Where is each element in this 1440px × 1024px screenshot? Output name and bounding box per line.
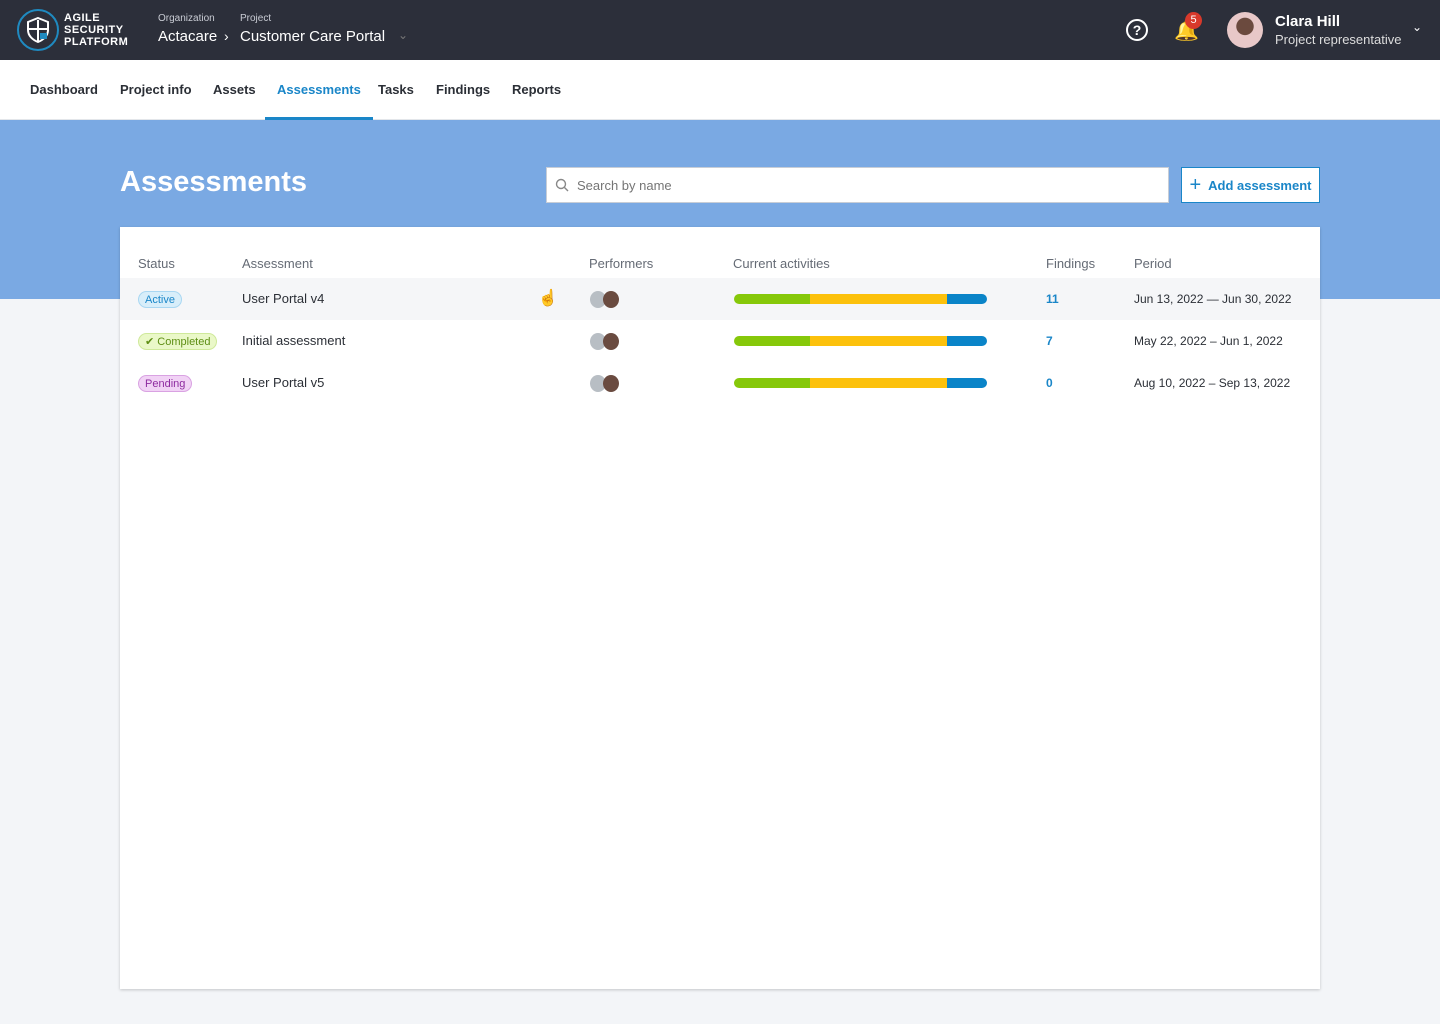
hand-cursor-icon: ☝ xyxy=(538,290,558,307)
table-row[interactable]: ✔ Completed Initial assessment 7 May 22,… xyxy=(120,320,1320,362)
tab-project-info[interactable]: Project info xyxy=(108,60,204,120)
tab-assessments[interactable]: Assessments xyxy=(265,60,373,120)
header-period[interactable]: Period xyxy=(1134,256,1172,271)
add-assessment-button[interactable]: + Add assessment xyxy=(1181,167,1320,203)
tab-dashboard[interactable]: Dashboard xyxy=(18,60,110,120)
findings-count[interactable]: 7 xyxy=(1046,320,1053,362)
assessment-name[interactable]: Initial assessment xyxy=(242,320,345,362)
status-badge: ✔ Completed xyxy=(138,333,218,350)
top-bar: AGILE SECURITY PLATFORM Organization Actac… xyxy=(0,0,1440,60)
help-icon[interactable]: ? xyxy=(1126,19,1148,41)
activities-progress-bar xyxy=(734,378,987,388)
table-row[interactable]: Active User Portal v4 11 Jun 13, 2022 — … xyxy=(120,278,1320,320)
search-icon xyxy=(555,178,569,192)
assessment-name[interactable]: User Portal v4 xyxy=(242,278,324,320)
user-role: Project representative xyxy=(1275,32,1402,47)
organization-label: Organization xyxy=(158,13,215,24)
user-menu-chevron-down-icon[interactable]: ⌄ xyxy=(1412,20,1422,34)
breadcrumb-separator-icon: › xyxy=(224,28,229,44)
project-link[interactable]: Customer Care Portal xyxy=(240,28,385,45)
shield-logo-icon[interactable] xyxy=(17,9,59,51)
period: Jun 13, 2022 — Jun 30, 2022 xyxy=(1134,292,1292,306)
findings-count[interactable]: 0 xyxy=(1046,362,1053,404)
header-assessment[interactable]: Assessment xyxy=(242,256,313,271)
performers-avatars xyxy=(590,375,622,392)
bar-segment-done xyxy=(734,294,810,304)
activities-progress-bar xyxy=(734,294,987,304)
header-status[interactable]: Status xyxy=(138,256,175,271)
project-chevron-down-icon[interactable]: ⌄ xyxy=(398,28,408,42)
performers-avatars xyxy=(590,291,622,308)
activities-progress-bar xyxy=(734,336,987,346)
bar-segment-planned xyxy=(946,378,987,388)
header-activities: Current activities xyxy=(733,256,830,271)
findings-count[interactable]: 11 xyxy=(1046,278,1059,320)
main-nav: Dashboard Project info Assets Assessment… xyxy=(0,60,1440,120)
page-title: Assessments xyxy=(120,166,307,198)
table-row[interactable]: Pending User Portal v5 0 Aug 10, 2022 – … xyxy=(120,362,1320,404)
header-findings[interactable]: Findings xyxy=(1046,256,1095,271)
header-performers: Performers xyxy=(589,256,654,271)
brand-name: AGILE SECURITY PLATFORM xyxy=(64,12,129,48)
search-input[interactable] xyxy=(577,177,1157,193)
bar-segment-planned xyxy=(946,294,987,304)
bar-segment-planned xyxy=(946,336,987,346)
period: May 22, 2022 – Jun 1, 2022 xyxy=(1134,334,1283,348)
tab-assets[interactable]: Assets xyxy=(201,60,268,120)
add-assessment-label: Add assessment xyxy=(1208,177,1312,193)
tab-reports[interactable]: Reports xyxy=(500,60,573,120)
notification-badge: 5 xyxy=(1185,12,1202,29)
tab-findings[interactable]: Findings xyxy=(424,60,502,120)
bar-segment-in-progress xyxy=(809,378,947,388)
bar-segment-done xyxy=(734,378,810,388)
period: Aug 10, 2022 – Sep 13, 2022 xyxy=(1134,376,1291,390)
search-box[interactable] xyxy=(546,167,1169,203)
plus-icon: + xyxy=(1189,173,1202,196)
status-badge: Pending xyxy=(138,375,193,392)
tab-tasks[interactable]: Tasks xyxy=(366,60,426,120)
organization-link[interactable]: Actacare xyxy=(158,28,217,45)
project-label: Project xyxy=(240,13,272,24)
bar-segment-in-progress xyxy=(809,336,947,346)
status-badge: Active xyxy=(138,291,182,308)
bar-segment-done xyxy=(734,336,810,346)
check-icon: ✔ xyxy=(145,336,158,348)
user-name[interactable]: Clara Hill xyxy=(1275,13,1340,30)
assessment-name[interactable]: User Portal v5 xyxy=(242,362,324,404)
performers-avatars xyxy=(590,333,622,350)
avatar[interactable] xyxy=(1227,12,1263,48)
assessments-table: Status Assessment Performers Current act… xyxy=(120,227,1320,989)
bar-segment-in-progress xyxy=(809,294,947,304)
